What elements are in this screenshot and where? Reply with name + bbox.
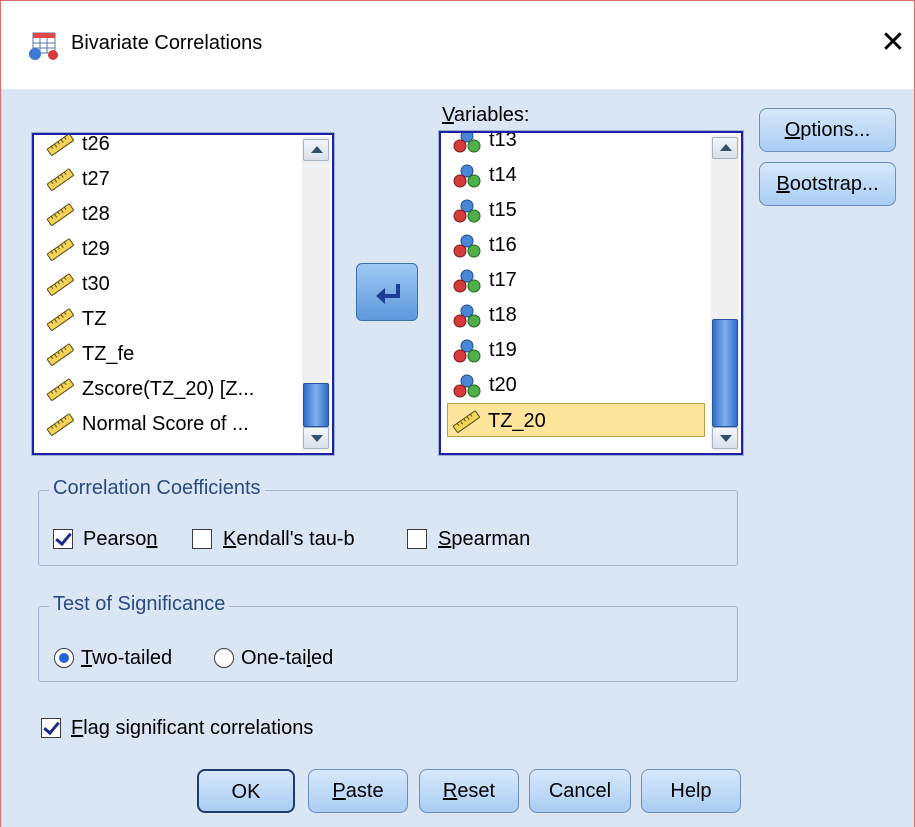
- options-button[interactable]: Options...: [759, 108, 896, 152]
- list-item-label: t14: [489, 164, 517, 186]
- ruler-icon: [46, 238, 74, 261]
- ok-button[interactable]: OK: [197, 769, 295, 813]
- group-title: Correlation Coefficients: [49, 477, 265, 500]
- cancel-button[interactable]: Cancel: [529, 769, 631, 813]
- list-item[interactable]: t14: [449, 158, 517, 192]
- two-tailed-label[interactable]: Two-tailed: [81, 646, 172, 670]
- list-item-label: TZ_fe: [82, 343, 135, 365]
- title-bar: Bivariate Correlations ✕: [1, 1, 914, 89]
- flag-significant-label[interactable]: Flag significant correlations: [71, 716, 313, 740]
- list-item[interactable]: t29: [42, 232, 110, 266]
- kendall-checkbox[interactable]: [192, 529, 212, 549]
- list-item-label: t26: [82, 135, 110, 155]
- scroll-up-button[interactable]: [712, 137, 738, 159]
- list-item[interactable]: t15: [449, 193, 517, 227]
- close-button[interactable]: ✕: [879, 27, 907, 59]
- correlation-coefficients-group: Correlation Coefficients Pearson Kendall…: [38, 477, 738, 566]
- scroll-down-button[interactable]: [712, 427, 738, 449]
- list-item-label: t29: [82, 238, 110, 260]
- move-arrow-icon: [376, 284, 400, 304]
- bivariate-correlations-dialog: Bivariate Correlations ✕ t26 t27 t28 t29 t30…: [0, 0, 915, 827]
- list-item[interactable]: TZ_fe: [42, 337, 134, 371]
- ruler-icon: [46, 378, 74, 401]
- list-item-label: TZ_20: [488, 410, 546, 432]
- ruler-icon: [46, 135, 74, 156]
- ruler-icon: [46, 343, 74, 366]
- list-item[interactable]: t30: [42, 267, 110, 301]
- list-item[interactable]: t27: [42, 162, 110, 196]
- list-item[interactable]: Zscore(TZ_20) [Z...: [42, 372, 254, 406]
- three-circles-icon: [453, 339, 481, 363]
- list-item-label: t16: [489, 234, 517, 256]
- bootstrap-button[interactable]: Bootstrap...: [759, 162, 896, 206]
- list-item-label: TZ: [82, 308, 107, 330]
- list-item-label: t28: [82, 203, 110, 225]
- variables-list[interactable]: t13 t14 t15 t16 t17 t18 t19 t20 TZ_20: [438, 130, 744, 456]
- reset-button[interactable]: Reset: [419, 769, 519, 813]
- flag-significant-checkbox[interactable]: [41, 718, 61, 738]
- spearman-checkbox[interactable]: [407, 529, 427, 549]
- list-item[interactable]: t16: [449, 228, 517, 262]
- one-tailed-radio[interactable]: [214, 648, 234, 668]
- scroll-down-button[interactable]: [303, 427, 329, 449]
- move-variable-button[interactable]: [356, 263, 418, 321]
- list-item[interactable]: Normal Score of ...: [42, 407, 249, 441]
- three-circles-icon: [453, 269, 481, 293]
- three-circles-icon: [453, 199, 481, 223]
- dialog-title: Bivariate Correlations: [71, 32, 263, 54]
- scroll-up-button[interactable]: [303, 139, 329, 161]
- group-title: Test of Significance: [49, 593, 230, 616]
- three-circles-icon: [453, 304, 481, 328]
- list-item[interactable]: t28: [42, 197, 110, 231]
- list-item[interactable]: t20: [449, 368, 517, 402]
- one-tailed-label[interactable]: One-tailed: [241, 646, 333, 670]
- help-button[interactable]: Help: [641, 769, 741, 813]
- list-item[interactable]: t18: [449, 298, 517, 332]
- three-circles-icon: [453, 133, 481, 153]
- spearman-label[interactable]: Spearman: [438, 527, 530, 551]
- variables-list-scrollbar[interactable]: [711, 135, 739, 451]
- paste-button[interactable]: Paste: [308, 769, 408, 813]
- list-item-label: t13: [489, 133, 517, 151]
- ruler-icon: [46, 413, 74, 436]
- list-item[interactable]: TZ: [42, 302, 106, 336]
- list-item-label: Zscore(TZ_20) [Z...: [82, 378, 255, 400]
- kendall-label[interactable]: Kendall's tau-b: [223, 527, 355, 551]
- three-circles-icon: [453, 374, 481, 398]
- three-circles-icon: [453, 164, 481, 188]
- two-tailed-radio[interactable]: [54, 648, 74, 668]
- list-item[interactable]: t19: [449, 333, 517, 367]
- spss-table-icon: [29, 32, 58, 60]
- pearson-label[interactable]: Pearson: [83, 527, 158, 551]
- pearson-checkbox[interactable]: [53, 529, 73, 549]
- ruler-icon: [46, 273, 74, 296]
- list-item-label: t18: [489, 304, 517, 326]
- list-item-label: t19: [489, 339, 517, 361]
- list-item[interactable]: TZ_20: [447, 403, 705, 437]
- scroll-thumb[interactable]: [303, 383, 329, 427]
- ruler-icon: [46, 203, 74, 226]
- source-list-scrollbar[interactable]: [302, 137, 330, 451]
- list-item-label: t30: [82, 273, 110, 295]
- list-item[interactable]: t17: [449, 263, 517, 297]
- test-of-significance-group: Test of Significance Two-tailed One-tail…: [38, 593, 738, 682]
- list-item-label: t27: [82, 168, 110, 190]
- list-item-label: t17: [489, 269, 517, 291]
- three-circles-icon: [453, 234, 481, 258]
- scroll-thumb[interactable]: [712, 319, 738, 427]
- ruler-icon: [452, 410, 480, 433]
- list-item-label: t20: [489, 374, 517, 396]
- list-item[interactable]: t13: [449, 133, 517, 157]
- list-item-label: t15: [489, 199, 517, 221]
- ruler-icon: [46, 308, 74, 331]
- variables-label: Variables:: [442, 104, 530, 126]
- list-item[interactable]: t26: [42, 135, 110, 161]
- ruler-icon: [46, 168, 74, 191]
- source-variable-list[interactable]: t26 t27 t28 t29 t30 TZ TZ_fe Zscore(TZ_20) [Z..…: [31, 132, 335, 456]
- list-item-label: Normal Score of ...: [82, 413, 249, 435]
